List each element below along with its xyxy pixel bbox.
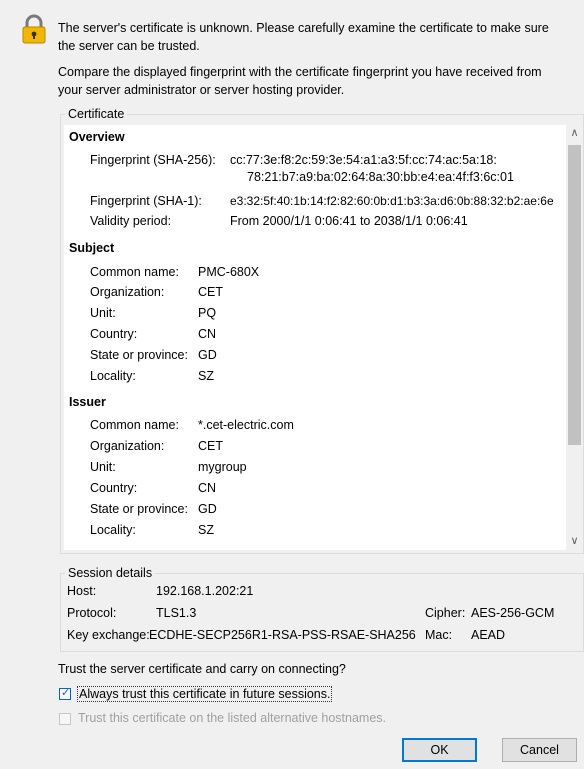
issuer-heading: Issuer	[69, 395, 106, 409]
session-details-group: Session details Host: 192.168.1.202:21 P…	[60, 565, 584, 652]
fp1-label: Fingerprint (SHA-1):	[90, 194, 202, 208]
trust-question: Trust the server certificate and carry o…	[58, 662, 346, 676]
scroll-up-icon[interactable]: ∧	[566, 125, 583, 142]
mac-label: Mac:	[425, 628, 453, 642]
issuer-state-value: GD	[198, 502, 217, 516]
cancel-button[interactable]: Cancel	[502, 738, 577, 762]
issuer-cn-label: Common name:	[90, 418, 179, 432]
issuer-state-label: State or province:	[90, 502, 188, 516]
issuer-unit-value: mygroup	[198, 460, 247, 474]
host-label: Host:	[67, 584, 97, 598]
ok-button[interactable]: OK	[402, 738, 477, 762]
host-value: 192.168.1.202:21	[156, 584, 254, 598]
always-trust-checkbox[interactable]: ✓	[59, 687, 71, 700]
lock-icon	[20, 14, 48, 44]
issuer-org-label: Organization:	[90, 439, 165, 453]
overview-heading: Overview	[69, 130, 125, 144]
compare-instructions: Compare the displayed fingerprint with t…	[58, 65, 542, 97]
subject-unit-label: Unit:	[90, 306, 116, 320]
subject-cn-label: Common name:	[90, 265, 179, 279]
certificate-scrollbar[interactable]: ∧ ∨	[566, 125, 583, 550]
issuer-country-label: Country:	[90, 481, 138, 495]
subject-country-value: CN	[198, 327, 217, 341]
session-details-title: Session details	[65, 565, 156, 581]
scroll-down-icon[interactable]: ∨	[566, 533, 583, 550]
issuer-locality-value: SZ	[198, 523, 214, 537]
subject-state-label: State or province:	[90, 348, 188, 362]
kex-label: Key exchange:	[67, 628, 150, 642]
mac-value: AEAD	[471, 628, 506, 642]
subject-state-value: GD	[198, 348, 217, 362]
protocol-value: TLS1.3	[156, 606, 197, 620]
subject-cn-value: PMC-680X	[198, 265, 260, 279]
subject-country-label: Country:	[90, 327, 138, 341]
cipher-value: AES-256-GCM	[471, 606, 555, 620]
subject-heading: Subject	[69, 241, 115, 255]
fp256-value-2: 78:21:b7:a9:ba:02:64:8a:30:bb:e4:ea:4f:f…	[247, 170, 514, 184]
alt-hostnames-checkbox[interactable]	[59, 713, 71, 725]
scrollbar-thumb[interactable]	[568, 145, 581, 445]
fp256-value-1: cc:77:3e:f8:2c:59:3e:54:a1:a3:5f:cc:74:a…	[230, 153, 497, 167]
subject-locality-value: SZ	[198, 369, 214, 383]
subject-org-value: CET	[198, 285, 223, 299]
validity-value: From 2000/1/1 0:06:41 to 2038/1/1 0:06:4…	[230, 214, 468, 228]
alt-hostnames-label[interactable]: Trust this certificate on the listed alt…	[78, 711, 386, 725]
issuer-unit-label: Unit:	[90, 460, 116, 474]
issuer-locality-label: Locality:	[90, 523, 136, 537]
fp1-value: e3:32:5f:40:1b:14:f2:82:60:0b:d1:b3:3a:d…	[230, 194, 554, 208]
kex-value: ECDHE-SECP256R1-RSA-PSS-RSAE-SHA256	[149, 628, 416, 642]
subject-unit-value: PQ	[198, 306, 217, 320]
subject-org-label: Organization:	[90, 285, 165, 299]
subject-locality-label: Locality:	[90, 369, 136, 383]
always-trust-label[interactable]: Always trust this certificate in future …	[77, 686, 333, 702]
certificate-details-pane[interactable]: Overview Fingerprint (SHA-256): cc:77:3e…	[64, 125, 583, 550]
certificate-group: Certificate Overview Fingerprint (SHA-25…	[60, 106, 584, 554]
issuer-org-value: CET	[198, 439, 223, 453]
certificate-group-title: Certificate	[65, 106, 128, 122]
issuer-country-value: CN	[198, 481, 217, 495]
cipher-label: Cipher:	[425, 606, 466, 620]
checkmark-icon: ✓	[61, 687, 71, 699]
issuer-cn-value: *.cet-electric.com	[198, 418, 294, 432]
warning-message: The server's certificate is unknown. Ple…	[58, 21, 549, 53]
validity-label: Validity period:	[90, 214, 172, 228]
protocol-label: Protocol:	[67, 606, 117, 620]
fp256-label: Fingerprint (SHA-256):	[90, 153, 216, 167]
